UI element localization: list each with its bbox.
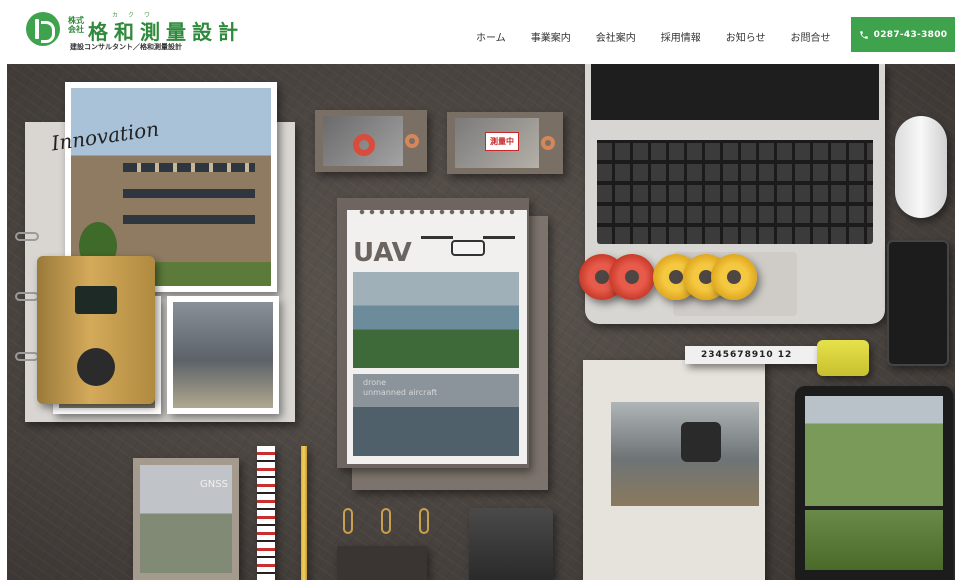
nav-home[interactable]: ホーム <box>476 29 506 44</box>
logo-corp-label: 株式会社 <box>68 16 84 34</box>
stamp <box>469 508 553 580</box>
hero-image: Innovation 測量中 UAV drone unmanned aircra… <box>7 64 955 580</box>
logo-mark-icon <box>26 12 60 46</box>
phone-icon <box>859 30 868 39</box>
logo-subtitle: 建設コンサルタント／格和測量設計 <box>70 43 182 51</box>
tablet <box>795 386 953 580</box>
mouse <box>895 116 947 218</box>
main-nav: ホーム 事業案内 会社案内 採用情報 お知らせ お問合せ <box>476 29 831 44</box>
logo-company-name: 格和測量設計 <box>88 20 244 44</box>
laptop-keyboard <box>597 140 873 244</box>
field-book <box>583 360 765 580</box>
paper-clip-icon <box>419 508 429 534</box>
pencil <box>301 446 307 580</box>
uav-lake-photo <box>353 272 519 368</box>
total-station-instrument <box>37 256 155 404</box>
gnss-photo-card: GNSS <box>133 458 239 580</box>
paper-clip-icon <box>343 508 353 534</box>
nav-company[interactable]: 会社案内 <box>596 29 636 44</box>
measuring-tape-case <box>817 340 869 376</box>
smartphone <box>887 240 949 366</box>
drone-icon <box>417 226 517 262</box>
paper-clip-icon <box>381 508 391 534</box>
nav-news[interactable]: お知らせ <box>726 29 766 44</box>
phone-number: 0287-43-3800 <box>873 29 948 40</box>
binder-ring <box>15 352 39 361</box>
survey-photo-small-2 <box>167 296 279 414</box>
photo-tag-1 <box>315 110 427 172</box>
photo-tag-2: 測量中 <box>447 112 563 174</box>
measuring-tape: 2345678910 12 <box>685 346 821 364</box>
uav-title: UAV <box>353 238 412 268</box>
uav-caption-aircraft: unmanned aircraft <box>363 388 438 397</box>
tape-roll-red <box>609 254 655 300</box>
uav-paper: UAV drone unmanned aircraft <box>347 208 527 464</box>
uav-aerial-photo: drone unmanned aircraft <box>353 374 519 456</box>
nav-contact[interactable]: お問合せ <box>791 29 831 44</box>
nav-services[interactable]: 事業案内 <box>531 29 571 44</box>
phone-button[interactable]: 0287-43-3800 <box>851 17 955 52</box>
nav-recruit[interactable]: 採用情報 <box>661 29 701 44</box>
gnss-label: GNSS <box>200 479 228 490</box>
level-instrument-photo <box>611 402 759 506</box>
binder-ring <box>15 232 39 241</box>
site-header: 株式会社 カクワ 格和測量設計 建設コンサルタント／格和測量設計 ホーム 事業案… <box>0 0 955 64</box>
survey-sign: 測量中 <box>485 132 519 151</box>
site-logo[interactable]: 株式会社 カクワ 格和測量設計 建設コンサルタント／格和測量設計 <box>26 10 238 54</box>
tape-roll-yellow <box>711 254 757 300</box>
uav-caption-drone: drone <box>363 378 387 387</box>
leveling-staff <box>257 446 275 580</box>
binder-ring <box>15 292 39 301</box>
